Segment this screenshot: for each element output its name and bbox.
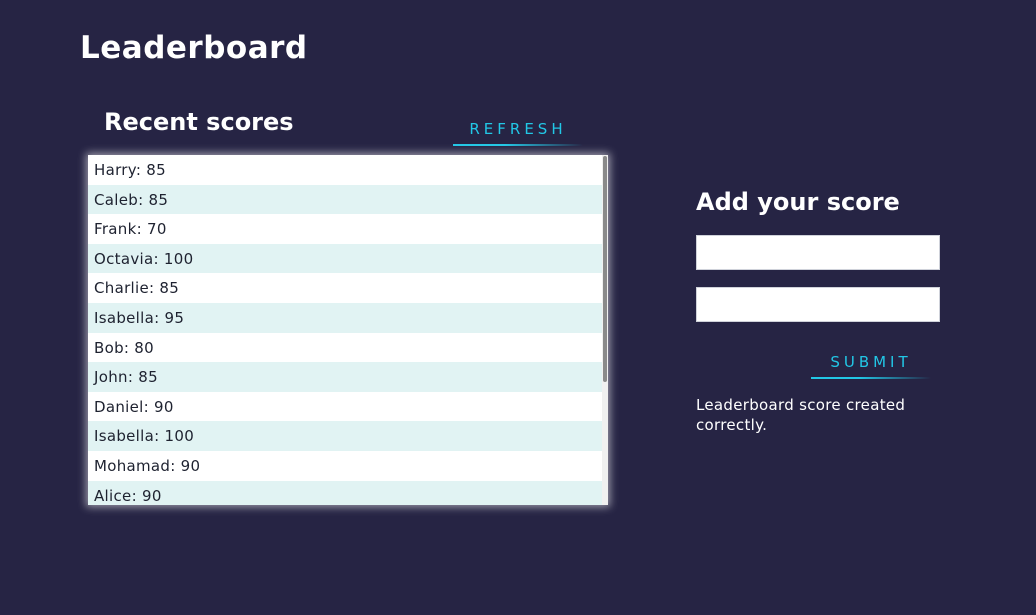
score-input[interactable] (696, 287, 940, 322)
score-list-item: Octavia: 100 (88, 243, 602, 274)
score-list-item: Mohamad: 90 (94, 456, 201, 475)
score-list-item: Alice: 90 (88, 480, 602, 505)
page-title: Leaderboard (80, 30, 308, 66)
score-list-item: Charlie: 85 (94, 279, 180, 298)
leaderboard-page: Leaderboard Recent scores REFRESH Harry:… (0, 0, 1036, 615)
score-list-item: Bob: 80 (94, 338, 154, 357)
score-list-item: Daniel: 90 (94, 397, 174, 416)
submit-button[interactable]: SUBMIT (811, 344, 931, 379)
score-list-item: Isabella: 100 (88, 421, 602, 451)
score-list[interactable]: Harry: 85 Caleb: 85 Frank: 70 Octavia: 100 C… (88, 155, 608, 505)
score-list-item: John: 85 (88, 362, 602, 392)
score-list-item: Isabella: 95 (88, 302, 602, 333)
scrollbar[interactable] (602, 155, 608, 505)
score-items: Harry: 85 Caleb: 85 Frank: 70 Octavia: 100 C… (88, 155, 602, 505)
score-list-item: Frank: 70 (94, 220, 167, 239)
user-name-input[interactable] (696, 235, 940, 270)
add-score-heading: Add your score (696, 188, 900, 216)
status-message: Leaderboard score created correctly. (696, 396, 906, 434)
scrollbar-thumb[interactable] (603, 156, 607, 382)
refresh-button[interactable]: REFRESH (453, 112, 583, 146)
score-list-item: Harry: 85 (94, 161, 166, 179)
score-list-item: Caleb: 85 (88, 184, 602, 215)
recent-scores-heading: Recent scores (104, 108, 294, 136)
